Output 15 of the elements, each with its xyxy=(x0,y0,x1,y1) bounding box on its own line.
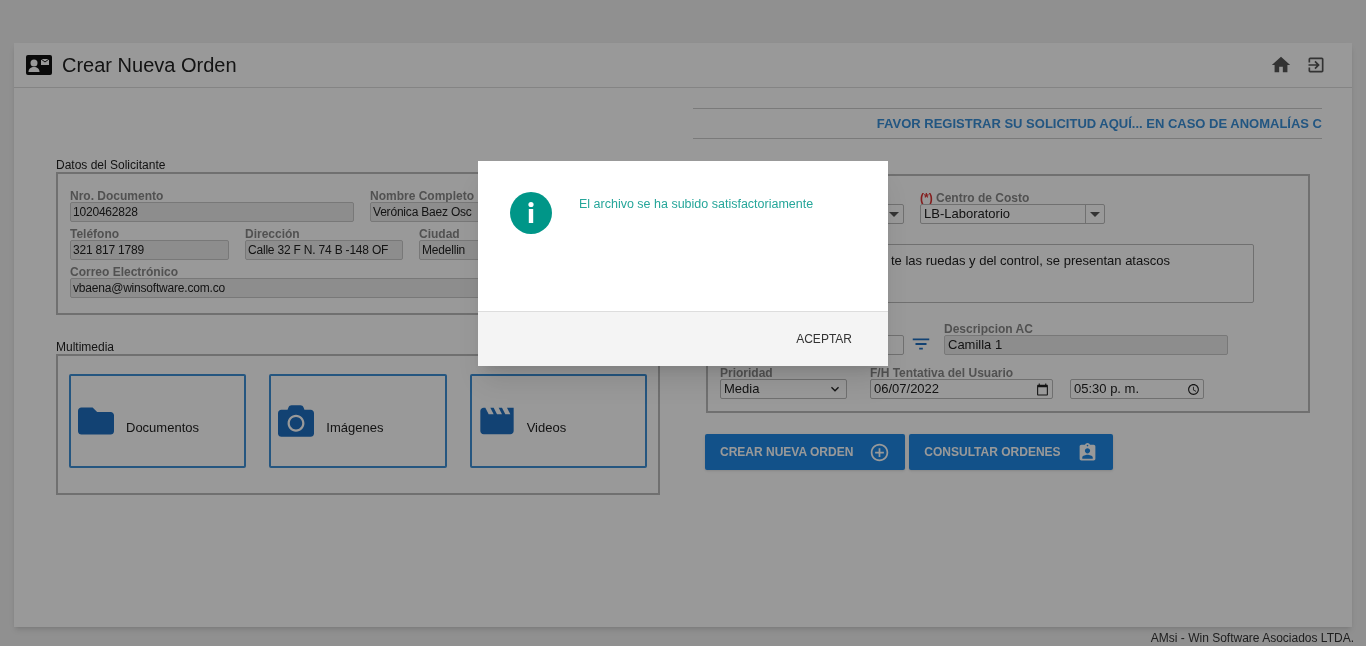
field-label: Nombre Completo xyxy=(370,190,475,202)
field-label: Teléfono xyxy=(70,228,121,240)
field-label: F/H Tentativa del Usuario xyxy=(870,367,1015,379)
field-label: Ciudad xyxy=(419,228,461,240)
page-title: Crear Nueva Orden xyxy=(62,53,237,78)
field-label: Correo Electrónico xyxy=(70,266,180,278)
section-legend: Datos del Solicitante xyxy=(56,158,660,172)
section-legend: Multimedia xyxy=(56,340,660,354)
field-label: Dirección xyxy=(245,228,301,240)
field-label: Prioridad xyxy=(720,367,774,379)
field-label: Descripcion AC xyxy=(944,323,1034,335)
footer-text: AMsi - Win Software Asociados LTDA. xyxy=(1150,630,1354,646)
dialog-message: El archivo se ha subido satisfactoriamente xyxy=(579,196,814,213)
field-label: Nro. Documento xyxy=(70,190,165,202)
notice-banner: FAVOR REGISTRAR SU SOLICITUD AQUÍ... EN CASO DE ANOMALÍAS C xyxy=(693,108,1322,139)
